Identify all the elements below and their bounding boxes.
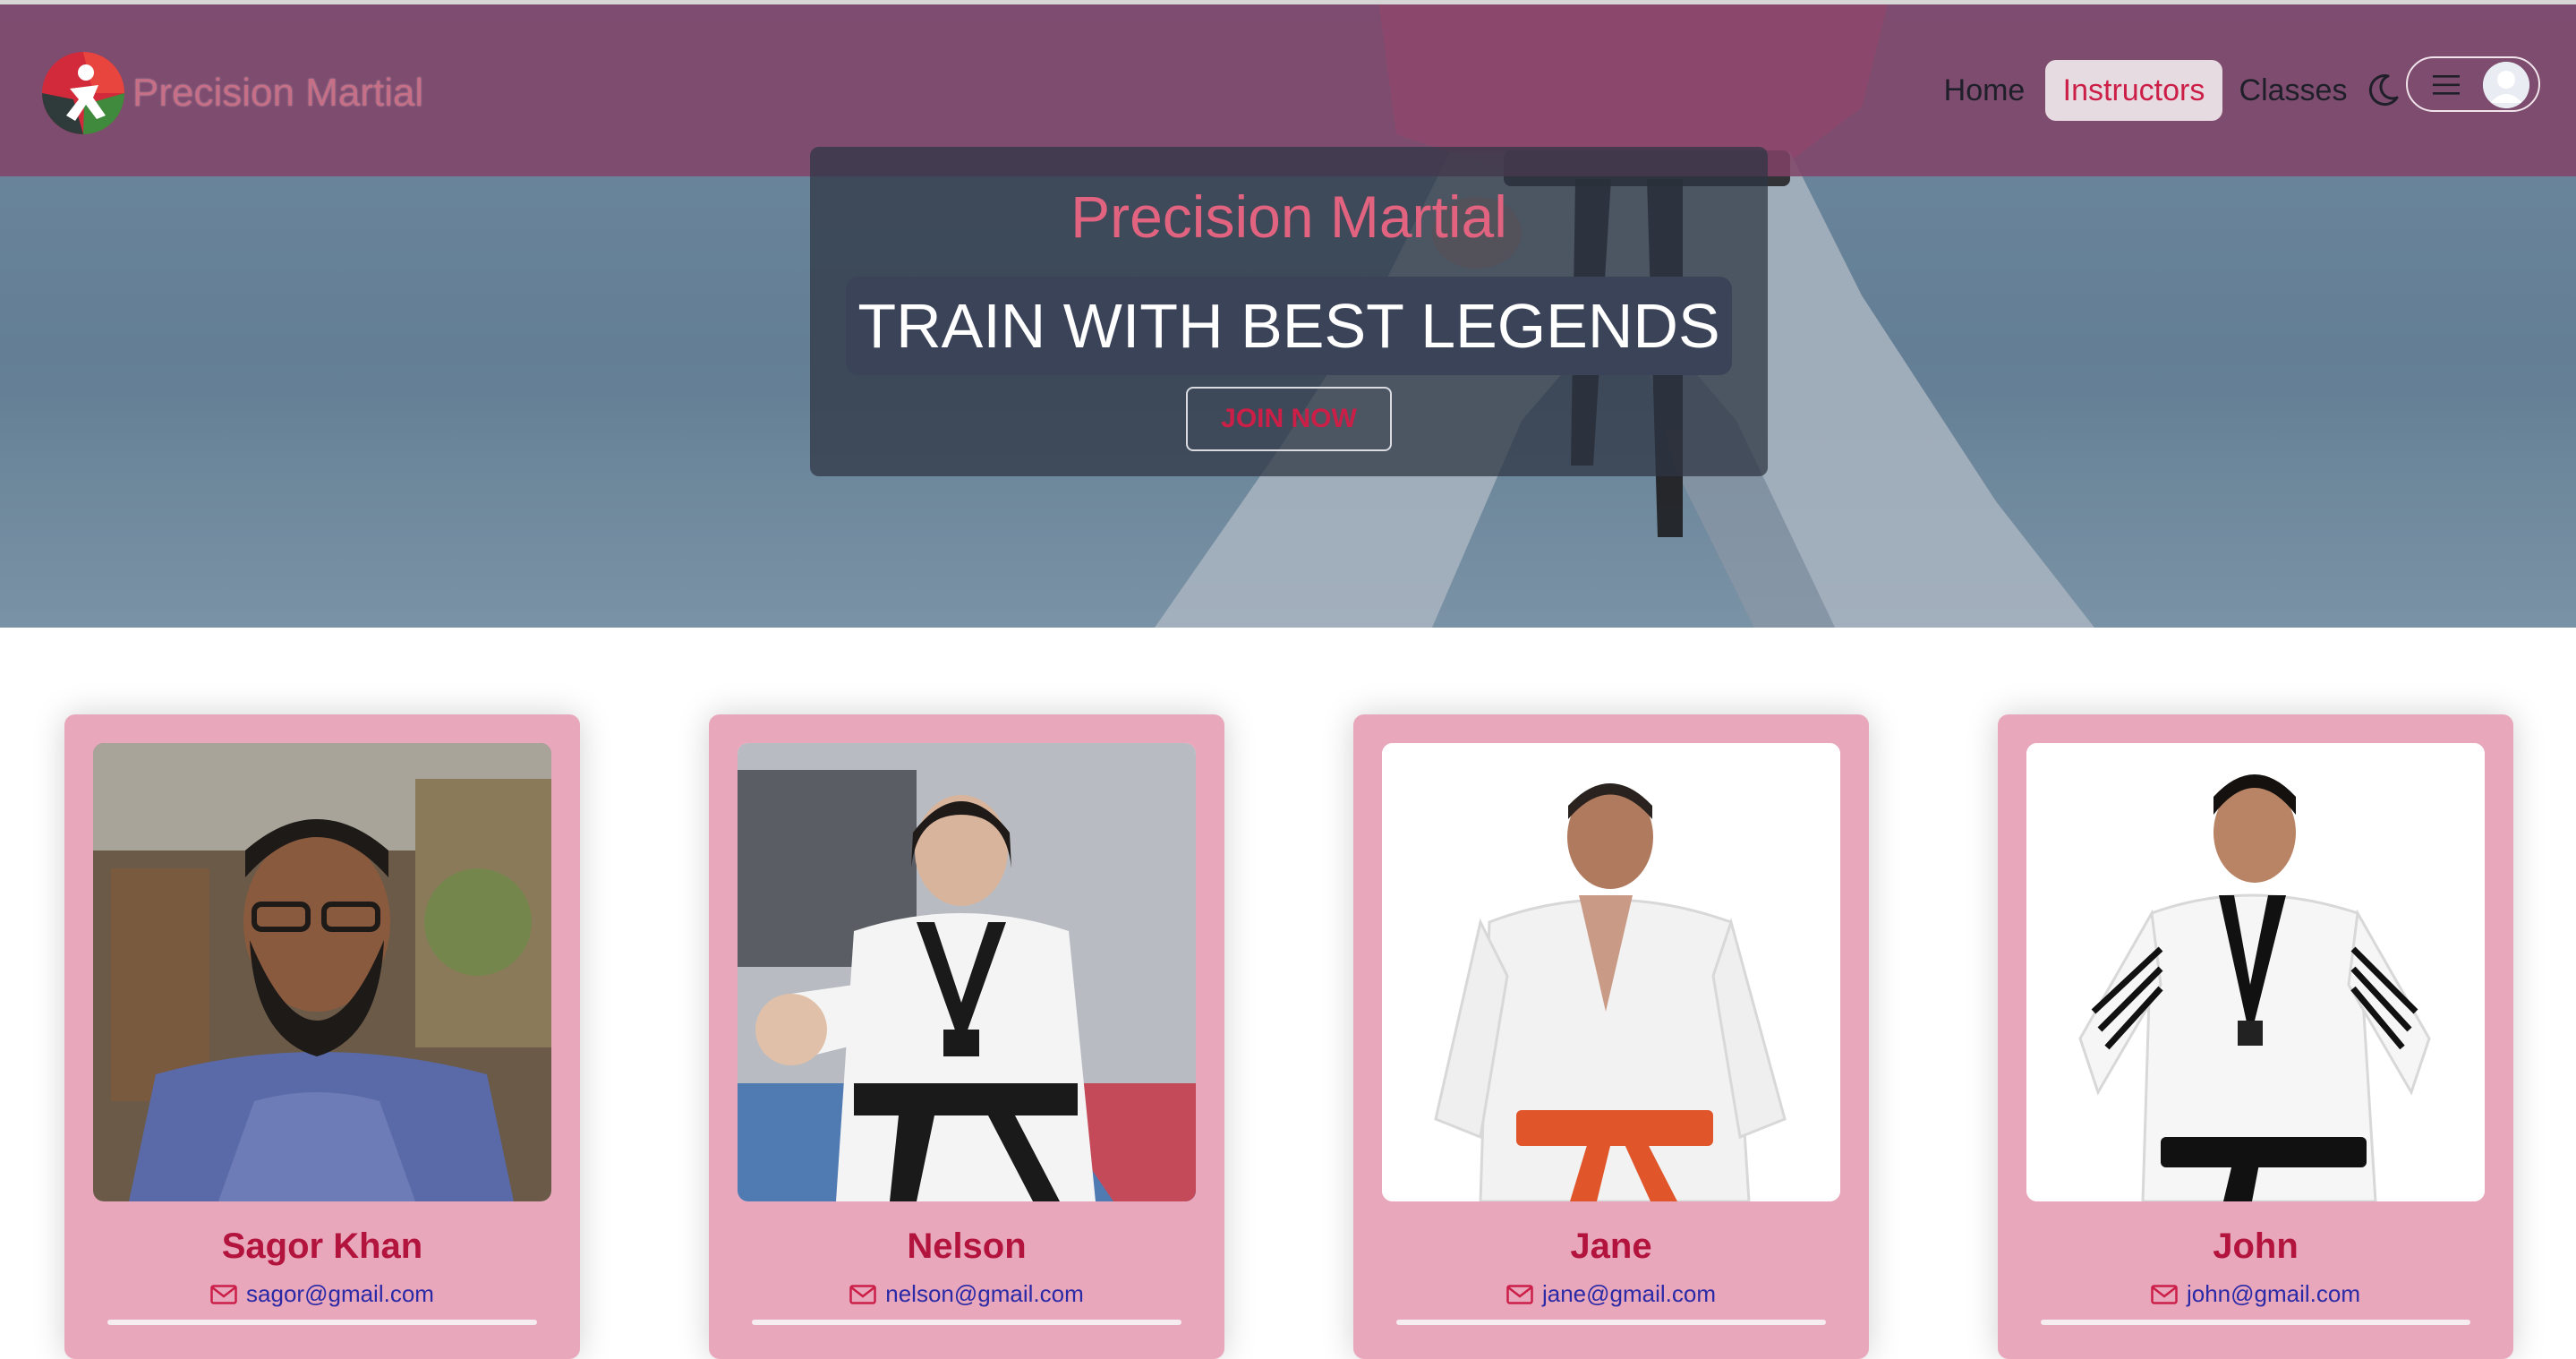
card-footer-bar <box>2041 1320 2470 1325</box>
instructor-name: Jane <box>1570 1227 1652 1266</box>
mail-icon <box>2151 1285 2178 1304</box>
user-avatar-icon <box>2483 62 2529 108</box>
instructor-name: Sagor Khan <box>221 1227 423 1266</box>
banner-tagline-box: TRAIN WITH BEST LEGENDS <box>846 277 1732 375</box>
banner-title: Precision Martial <box>1070 184 1507 250</box>
instructor-card: John john@gmail.com <box>1998 714 2513 1359</box>
nav-home[interactable]: Home <box>1926 60 2043 121</box>
card-footer-bar <box>107 1320 537 1325</box>
moon-icon[interactable] <box>2365 73 2401 108</box>
instructor-email-row: john@gmail.com <box>1998 1280 2513 1308</box>
brand[interactable]: Precision Martial <box>39 49 423 137</box>
instructor-email[interactable]: john@gmail.com <box>2187 1280 2360 1307</box>
mail-icon <box>210 1285 237 1304</box>
card-footer-bar <box>1396 1320 1826 1325</box>
instructor-email[interactable]: jane@gmail.com <box>1542 1280 1716 1307</box>
nav-instructors[interactable]: Instructors <box>2045 60 2222 121</box>
card-footer-bar <box>752 1320 1181 1325</box>
hamburger-icon <box>2433 75 2460 95</box>
instructor-card: Nelson nelson@gmail.com <box>709 714 1224 1359</box>
instructor-email-row: nelson@gmail.com <box>709 1280 1224 1308</box>
mail-icon <box>1506 1285 1533 1304</box>
user-menu-toggle[interactable] <box>2406 56 2540 112</box>
brand-name: Precision Martial <box>132 71 424 115</box>
instructor-name: Nelson <box>907 1227 1027 1266</box>
instructor-email[interactable]: sagor@gmail.com <box>246 1280 434 1307</box>
instructor-cards: Sagor Khan sagor@gmail.com Nelson nelson… <box>0 714 2576 1359</box>
instructor-photo <box>1382 743 1840 1201</box>
window-top-border <box>0 0 2576 4</box>
instructor-photo <box>93 743 551 1201</box>
banner-tagline: TRAIN WITH BEST LEGENDS <box>857 291 1720 361</box>
nav-classes[interactable]: Classes <box>2231 60 2355 121</box>
instructor-photo <box>738 743 1196 1201</box>
join-now-button[interactable]: JOIN NOW <box>1186 387 1392 451</box>
brand-logo-icon <box>42 52 124 134</box>
instructor-photo <box>2026 743 2485 1201</box>
instructor-name: John <box>2213 1227 2299 1266</box>
instructor-email-row: jane@gmail.com <box>1353 1280 1869 1308</box>
instructor-email[interactable]: nelson@gmail.com <box>885 1280 1083 1307</box>
instructor-card: Jane jane@gmail.com <box>1353 714 1869 1359</box>
mail-icon <box>849 1285 876 1304</box>
instructor-card: Sagor Khan sagor@gmail.com <box>64 714 580 1359</box>
hero-banner: Precision Martial TRAIN WITH BEST LEGEND… <box>810 147 1768 476</box>
instructor-email-row: sagor@gmail.com <box>64 1280 580 1308</box>
